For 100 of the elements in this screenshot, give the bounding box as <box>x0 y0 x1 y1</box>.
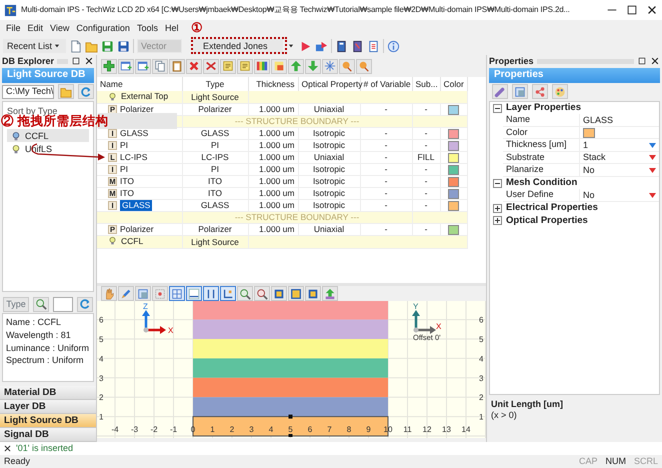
database-tab[interactable]: Layer DB <box>0 400 96 414</box>
layer-name[interactable]: PI <box>120 164 128 175</box>
toolbar-button[interactable] <box>186 286 202 301</box>
layer-name[interactable]: CCFL <box>121 236 144 246</box>
property-value[interactable]: No <box>583 190 595 201</box>
color-swatch[interactable] <box>583 128 595 138</box>
origin-dot <box>414 328 418 332</box>
path-dropdown[interactable]: C:\My Tech\ <box>2 84 54 99</box>
database-tab[interactable]: Light Source DB <box>0 414 96 428</box>
toolbar-button[interactable] <box>203 286 219 301</box>
toolbar-button[interactable] <box>322 286 338 301</box>
toolbar-button[interactable] <box>288 286 304 301</box>
toolbar-button[interactable] <box>271 286 287 301</box>
annotation-label: ② 拖拽所需层结构 <box>1 114 108 128</box>
recent-list-dropdown[interactable]: Recent List <box>3 39 66 53</box>
menu-item[interactable]: File <box>6 23 21 34</box>
color-swatch[interactable] <box>448 176 459 187</box>
layer-name[interactable]: PI <box>120 140 128 151</box>
layer-name[interactable]: GLASS <box>120 128 148 139</box>
color-swatch[interactable] <box>448 164 459 175</box>
layer-name[interactable]: LC-IPS <box>120 152 148 163</box>
resize-handle[interactable] <box>288 414 292 419</box>
toolbar-button[interactable] <box>169 58 185 74</box>
toolbar-button[interactable] <box>169 286 185 301</box>
color-swatch[interactable] <box>448 128 459 139</box>
collapse-icon[interactable] <box>493 104 502 113</box>
menu-item[interactable]: Edit <box>28 23 44 34</box>
axis-tick-label: 3 <box>99 374 104 383</box>
toolbar-button[interactable] <box>339 58 355 74</box>
database-tab[interactable]: Signal DB <box>0 428 96 442</box>
table-cell: 1.000 um <box>248 199 298 212</box>
info-line: Wavelength : 81 <box>6 330 72 341</box>
toolbar-button[interactable] <box>101 286 117 301</box>
color-swatch[interactable] <box>448 140 459 151</box>
axis-tick-label: 12 <box>422 425 432 434</box>
toolbar-button[interactable] <box>220 286 236 301</box>
table-cell: 1.000 um <box>248 223 298 236</box>
color-swatch[interactable] <box>448 104 459 115</box>
toolbar-button[interactable] <box>152 286 168 301</box>
toolbar-button[interactable] <box>271 58 287 74</box>
table-cell: - <box>412 139 440 152</box>
folder-icon <box>60 86 72 98</box>
toolbar-button[interactable] <box>135 286 151 301</box>
restore-icon <box>71 56 81 66</box>
status-text: Ready <box>4 456 32 467</box>
method-dropdown[interactable]: Extended Jones <box>193 39 283 53</box>
toolbar-button[interactable] <box>78 84 94 100</box>
color-swatch[interactable] <box>448 188 459 199</box>
menu-item[interactable]: Hel <box>164 23 178 34</box>
input-field[interactable] <box>53 296 73 312</box>
axis-tick-label: 6 <box>99 316 104 325</box>
property-value[interactable]: No <box>583 164 595 176</box>
toolbar-button[interactable] <box>254 286 270 301</box>
layer-name[interactable]: ITO <box>120 176 134 187</box>
section-title: Electrical Properties <box>506 202 598 214</box>
database-tab[interactable]: Material DB <box>0 386 96 400</box>
layer-name[interactable]: Polarizer <box>120 224 154 235</box>
table-cell: PI <box>182 139 248 152</box>
property-value[interactable]: Stack <box>583 152 606 164</box>
property-name: Planarize <box>503 164 580 176</box>
resize-handle[interactable] <box>288 434 292 437</box>
toolbar-button[interactable] <box>203 58 219 74</box>
color-swatch[interactable] <box>448 224 459 235</box>
color-swatch[interactable] <box>448 152 459 163</box>
toolbar-button[interactable] <box>492 84 508 100</box>
color-swatch[interactable] <box>448 200 459 211</box>
toolbar-button[interactable] <box>101 58 117 74</box>
layer-name[interactable]: GLASS <box>120 200 152 211</box>
toolbar-button[interactable] <box>512 84 528 100</box>
property-value[interactable]: 1 <box>583 140 588 151</box>
toolbar-button[interactable] <box>305 286 321 301</box>
toolbar-button[interactable] <box>532 84 548 100</box>
menu-item[interactable]: Tools <box>136 23 158 34</box>
toolbar-button[interactable] <box>220 58 236 74</box>
table-cell: Polarizer <box>182 103 248 116</box>
toolbar-button[interactable] <box>186 58 202 74</box>
toolbar-button[interactable] <box>33 296 49 312</box>
property-value[interactable]: GLASS <box>583 114 614 126</box>
toolbar-button[interactable] <box>118 286 134 301</box>
database-item[interactable]: CCFL <box>7 129 89 142</box>
toolbar-button[interactable] <box>135 58 151 74</box>
layer-name[interactable]: External Top <box>121 91 168 102</box>
expand-icon[interactable] <box>493 216 502 226</box>
collapse-icon[interactable] <box>493 178 502 188</box>
layer-name[interactable]: ITO <box>120 188 134 199</box>
toolbar-button[interactable] <box>152 58 168 74</box>
toolbar-button[interactable] <box>322 58 338 74</box>
toolbar-button[interactable] <box>237 286 253 301</box>
toolbar-button[interactable] <box>254 58 270 74</box>
toolbar-button[interactable] <box>552 84 568 100</box>
toolbar-button[interactable] <box>237 58 253 74</box>
toolbar-button[interactable] <box>118 58 134 74</box>
expand-icon[interactable] <box>493 204 502 213</box>
layer-name[interactable]: Polarizer <box>120 104 154 115</box>
color-bars-icon <box>256 60 268 72</box>
toolbar-button[interactable] <box>77 296 93 312</box>
structure-layer[interactable] <box>193 397 388 417</box>
menu-item[interactable]: View <box>50 23 70 34</box>
menu-item[interactable]: Configuration <box>76 23 130 34</box>
toolbar-button[interactable] <box>356 58 372 74</box>
